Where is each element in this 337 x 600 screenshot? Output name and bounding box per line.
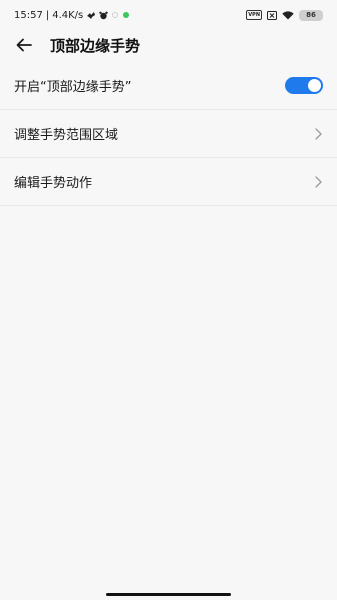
chevron-right-icon [313, 127, 323, 141]
vpn-icon: VPN [246, 10, 262, 20]
settings-list: 开启“顶部边缘手势” 调整手势范围区域 编辑手势动作 [0, 62, 337, 206]
enable-top-edge-gesture-label: 开启“顶部边缘手势” [14, 80, 132, 95]
enable-top-edge-gesture-toggle[interactable] [285, 77, 323, 94]
small-app-notification-icon [111, 11, 119, 19]
status-separator: | [45, 9, 50, 21]
page-title: 顶部边缘手势 [50, 36, 141, 55]
adjust-gesture-range-row[interactable]: 调整手势范围区域 [0, 110, 337, 158]
alarm-notification-icon [99, 11, 108, 20]
sim-icon [267, 10, 277, 20]
app-header: 顶部边缘手势 [0, 30, 337, 60]
status-left: 15:57 | 4.4K/s [14, 10, 130, 21]
home-indicator[interactable] [106, 593, 231, 596]
wifi-icon [282, 10, 294, 20]
battery-indicator: 86 [299, 9, 323, 21]
chevron-right-icon [313, 175, 323, 189]
green-dot-notification-icon [122, 11, 130, 19]
adjust-gesture-range-label: 调整手势范围区域 [14, 128, 119, 143]
edit-gesture-action-label: 编辑手势动作 [14, 176, 93, 191]
edit-gesture-action-row[interactable]: 编辑手势动作 [0, 158, 337, 206]
status-right: VPN 86 [246, 9, 323, 21]
network-speed: 4.4K/s [52, 9, 84, 21]
toggle-knob [308, 79, 321, 92]
back-button[interactable] [12, 33, 36, 57]
enable-top-edge-gesture-row[interactable]: 开启“顶部边缘手势” [0, 62, 337, 110]
status-time: 15:57 [14, 9, 43, 21]
back-arrow-icon [16, 38, 32, 52]
bird-notification-icon [86, 11, 96, 20]
status-bar: 15:57 | 4.4K/s VPN 86 [0, 0, 337, 30]
